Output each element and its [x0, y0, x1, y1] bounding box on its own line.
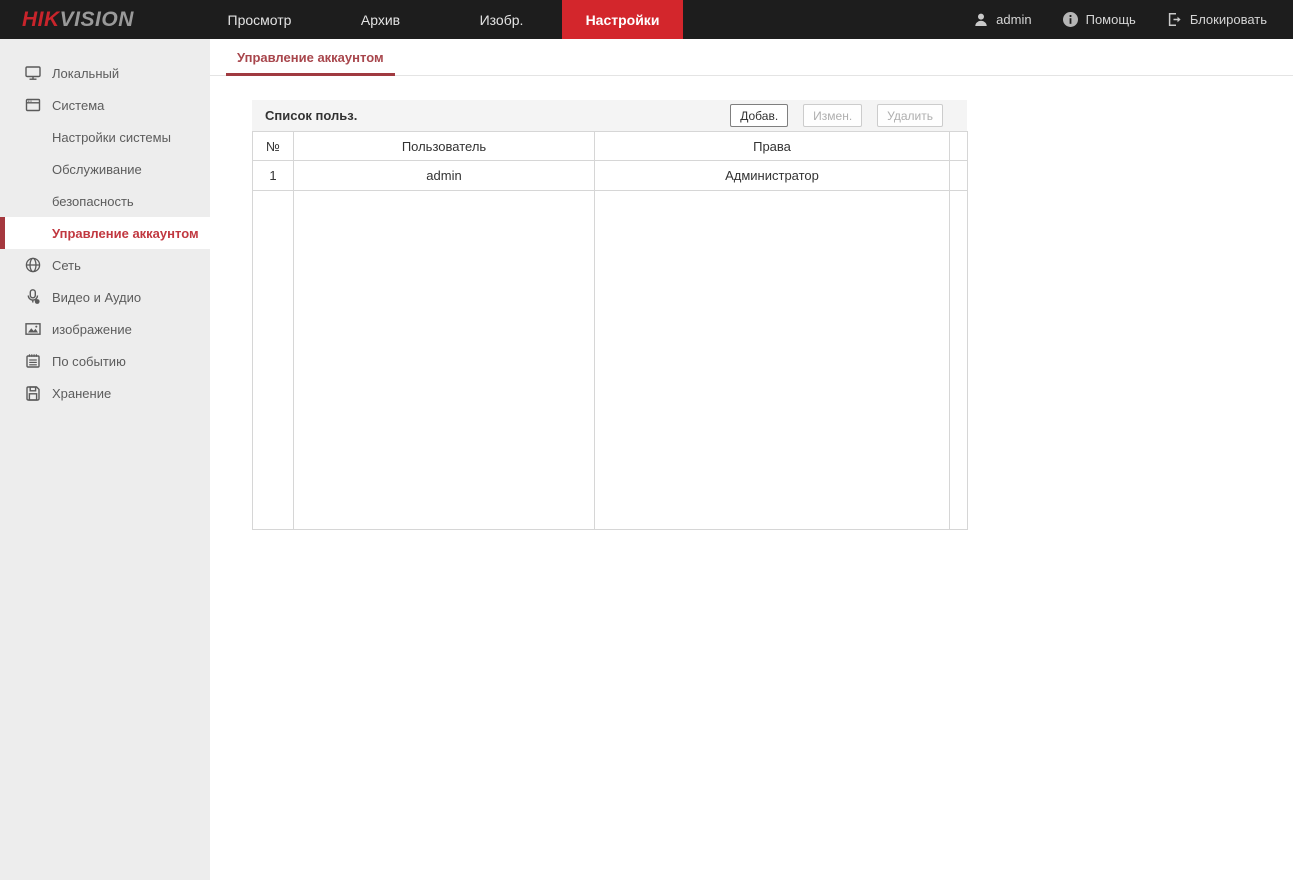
nav-settings-label: Настройки	[586, 12, 660, 28]
user-table: № Пользователь Права 1 admin Администрат…	[252, 131, 968, 530]
monitor-icon	[24, 64, 42, 82]
content-area: Управление аккаунтом Список польз. Добав…	[210, 39, 1293, 880]
info-icon	[1062, 11, 1079, 28]
column-header-username: Пользователь	[294, 132, 595, 161]
table-empty-area	[253, 191, 968, 530]
sidebar-item-system-settings[interactable]: Настройки системы	[0, 121, 210, 153]
main-navigation: Просмотр Архив Изобр. Настройки	[199, 0, 683, 39]
sidebar-item-image[interactable]: изображение	[0, 313, 210, 345]
sidebar-item-event[interactable]: По событию	[0, 345, 210, 377]
lock-label: Блокировать	[1190, 12, 1267, 27]
storage-icon	[24, 384, 42, 402]
top-header-bar: HIKVISION Просмотр Архив Изобр. Настройк…	[0, 0, 1293, 39]
content-tabstrip: Управление аккаунтом	[210, 39, 1293, 76]
lock-button[interactable]: Блокировать	[1166, 11, 1267, 28]
sidebar-item-label: Настройки системы	[52, 130, 171, 145]
user-table-header-row: № Пользователь Права	[253, 132, 968, 161]
sidebar-item-label: Хранение	[52, 386, 111, 401]
sidebar-item-label: безопасность	[52, 194, 134, 209]
image-icon	[24, 320, 42, 338]
column-header-number: №	[253, 132, 294, 161]
current-user-label: admin	[996, 12, 1031, 27]
sidebar-item-label: Локальный	[52, 66, 119, 81]
sidebar-item-label: Сеть	[52, 258, 81, 273]
cell-username: admin	[294, 161, 595, 191]
cell-role: Администратор	[595, 161, 950, 191]
sidebar-item-maintenance[interactable]: Обслуживание	[0, 153, 210, 185]
user-list-title: Список польз.	[265, 108, 357, 123]
sidebar-item-label: Система	[52, 98, 104, 113]
cell-spacer	[950, 161, 968, 191]
nav-picture[interactable]: Изобр.	[441, 0, 562, 39]
sidebar-item-label: Видео и Аудио	[52, 290, 141, 305]
sidebar-item-local[interactable]: Локальный	[0, 57, 210, 89]
sidebar-item-label: изображение	[52, 322, 132, 337]
user-list-toolbar: Список польз. Добав. Измен. Удалить	[252, 100, 967, 131]
events-icon	[24, 352, 42, 370]
sidebar-item-video-audio[interactable]: Видео и Аудио	[0, 281, 210, 313]
sidebar-item-system[interactable]: Система	[0, 89, 210, 121]
nav-live-view[interactable]: Просмотр	[199, 0, 320, 39]
table-row[interactable]: 1 admin Администратор	[253, 161, 968, 191]
tab-account-management[interactable]: Управление аккаунтом	[226, 50, 395, 76]
cell-row-number: 1	[253, 161, 294, 191]
user-list-panel: Список польз. Добав. Измен. Удалить № По…	[252, 100, 967, 530]
delete-user-button[interactable]: Удалить	[877, 104, 943, 127]
microphone-icon	[24, 288, 42, 306]
sidebar-item-network[interactable]: Сеть	[0, 249, 210, 281]
user-icon	[973, 12, 989, 28]
current-user: admin	[973, 12, 1031, 28]
globe-icon	[24, 256, 42, 274]
hikvision-logo: HIKVISION	[0, 0, 199, 39]
sidebar-item-label: Управление аккаунтом	[52, 226, 199, 241]
tab-label: Управление аккаунтом	[237, 50, 384, 65]
nav-picture-label: Изобр.	[480, 12, 524, 28]
window-icon	[24, 96, 42, 114]
sidebar-item-storage[interactable]: Хранение	[0, 377, 210, 409]
help-label: Помощь	[1086, 12, 1136, 27]
sidebar-item-label: По событию	[52, 354, 126, 369]
sidebar-item-label: Обслуживание	[52, 162, 142, 177]
column-header-spacer	[950, 132, 968, 161]
nav-playback[interactable]: Архив	[320, 0, 441, 39]
sidebar-item-security[interactable]: безопасность	[0, 185, 210, 217]
header-utilities: admin Помощь Блокировать	[973, 0, 1293, 39]
user-list-actions: Добав. Измен. Удалить	[730, 104, 943, 127]
add-user-button[interactable]: Добав.	[730, 104, 788, 127]
modify-user-button[interactable]: Измен.	[803, 104, 862, 127]
nav-settings[interactable]: Настройки	[562, 0, 683, 39]
nav-playback-label: Архив	[361, 12, 400, 28]
nav-live-view-label: Просмотр	[228, 12, 292, 28]
column-header-role: Права	[595, 132, 950, 161]
logout-icon	[1166, 11, 1183, 28]
help-button[interactable]: Помощь	[1062, 11, 1136, 28]
page-body: Локальный Система Настройки системы Обсл…	[0, 39, 1293, 880]
logo-text-hik: HIK	[22, 8, 60, 32]
sidebar-item-account-management[interactable]: Управление аккаунтом	[0, 217, 210, 249]
settings-sidebar: Локальный Система Настройки системы Обсл…	[0, 39, 210, 880]
logo-text-vision: VISION	[60, 8, 134, 32]
